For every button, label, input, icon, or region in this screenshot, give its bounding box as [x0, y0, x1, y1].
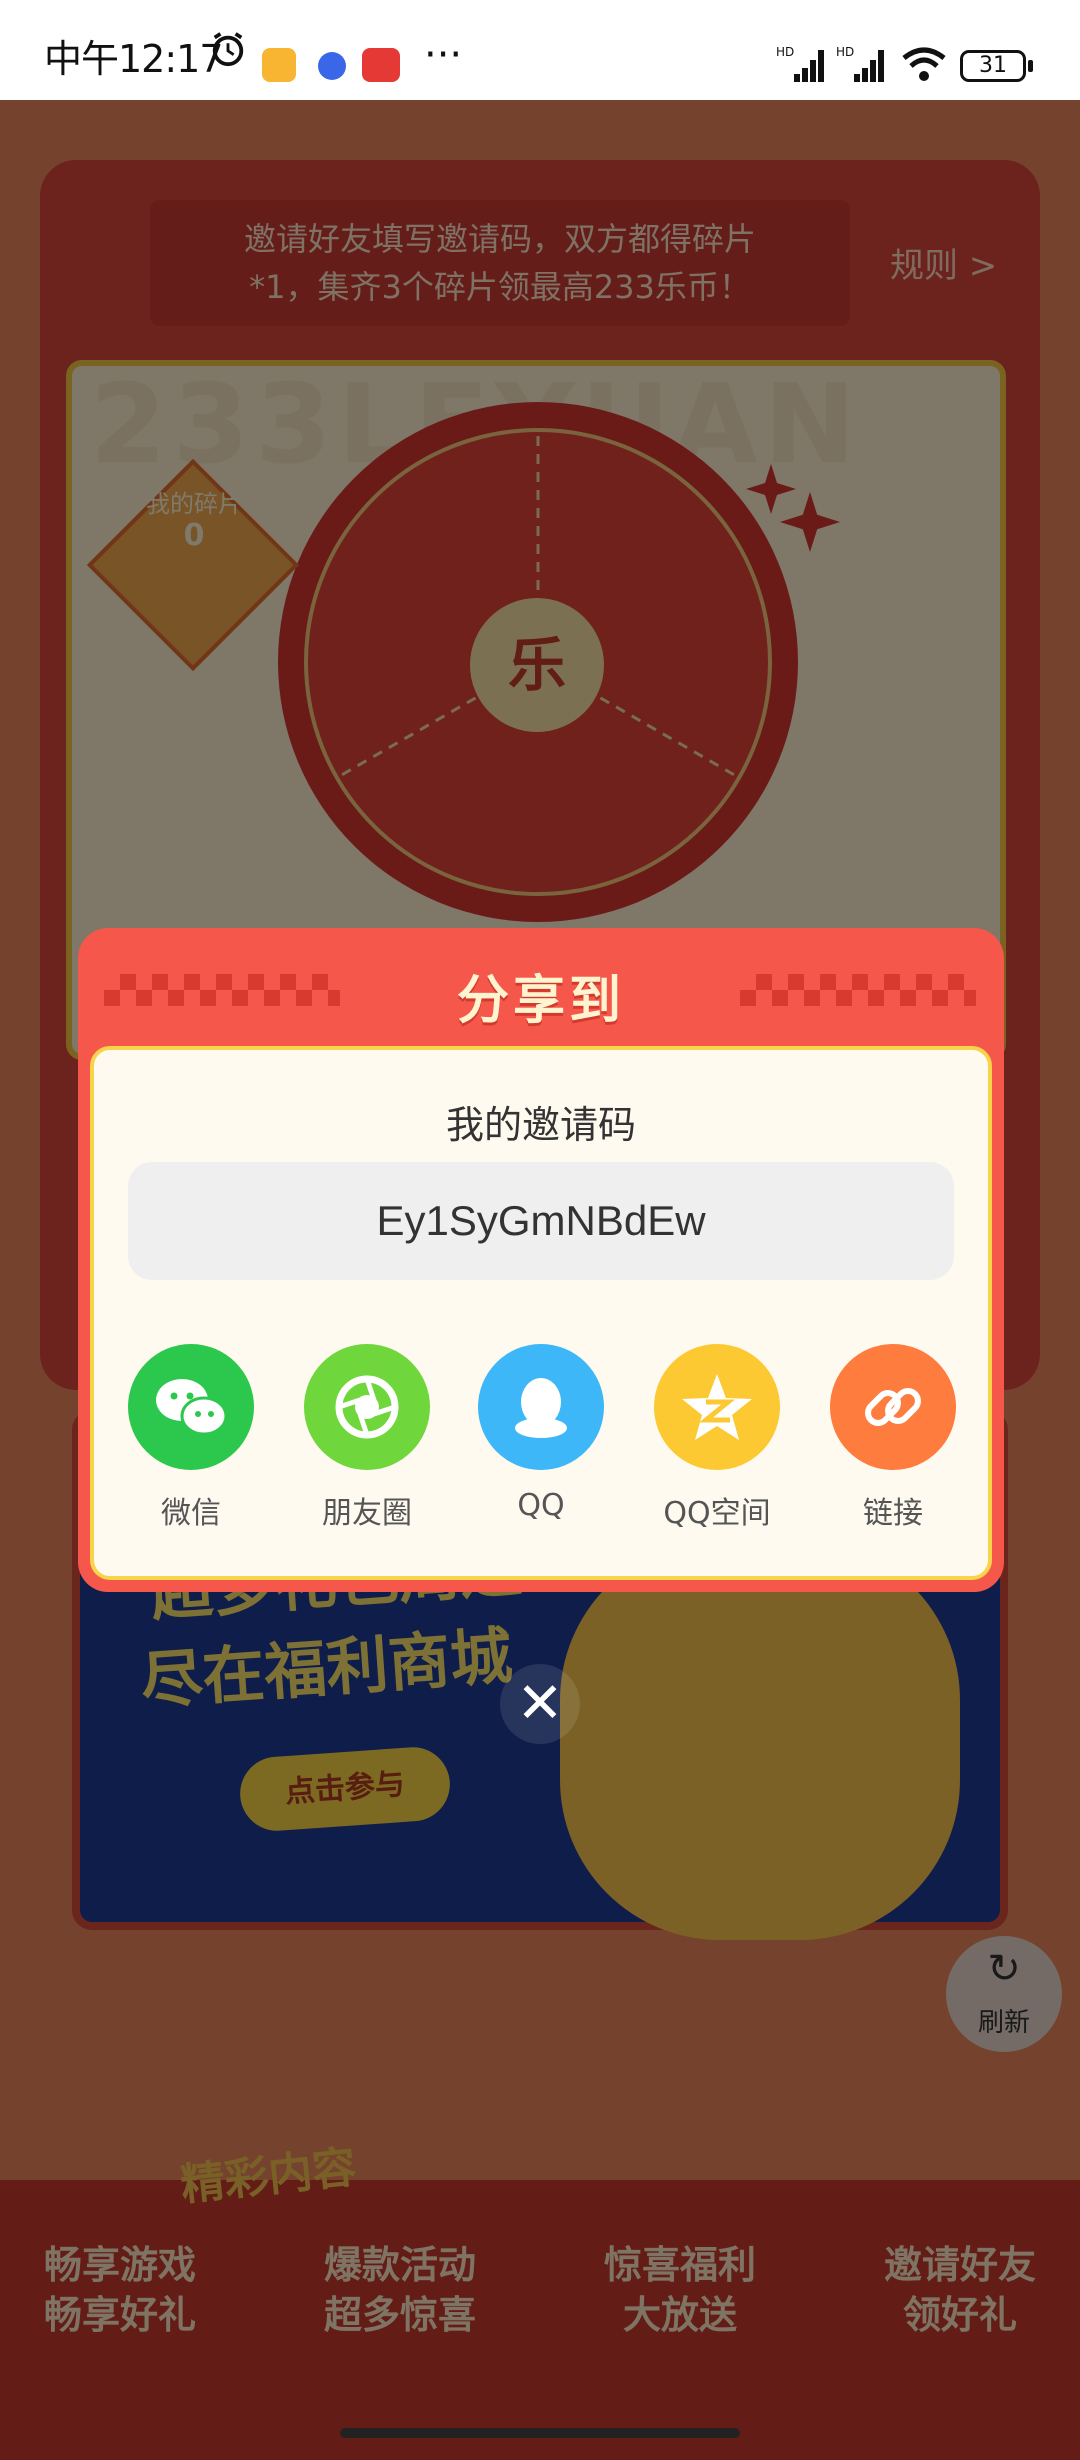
share-modal-body: 我的邀请码 Ey1SyGmNBdEw 微信 朋友圈 QQ QQ空间 链接: [90, 1046, 992, 1580]
svg-text:HD: HD: [836, 45, 854, 59]
invite-code-value[interactable]: Ey1SyGmNBdEw: [128, 1162, 954, 1280]
status-bar: 中午12:17 ··· HD HD 31: [0, 0, 1080, 100]
share-moments-button[interactable]: 朋友圈: [302, 1344, 432, 1532]
moments-icon: [304, 1344, 430, 1470]
modal-title: 分享到: [456, 971, 625, 1031]
status-time: 中午12:17: [44, 37, 224, 81]
share-label: QQ: [517, 1488, 565, 1523]
battery-icon: 31: [960, 50, 1026, 82]
wechat-icon: [128, 1344, 254, 1470]
share-modal: 分享到 我的邀请码 Ey1SyGmNBdEw 微信 朋友圈 QQ QQ空间 链接: [78, 928, 1004, 1592]
share-label: 链接: [863, 1496, 923, 1531]
more-notifications-icon: ···: [424, 32, 463, 78]
close-button[interactable]: ✕: [500, 1664, 580, 1744]
wifi-icon: [902, 47, 946, 81]
home-indicator[interactable]: [340, 2428, 740, 2438]
share-wechat-button[interactable]: 微信: [126, 1344, 256, 1532]
share-qzone-button[interactable]: QQ空间: [652, 1344, 782, 1532]
share-label: 朋友圈: [322, 1496, 412, 1531]
share-qq-button[interactable]: QQ: [476, 1344, 606, 1523]
link-icon: [830, 1344, 956, 1470]
svg-text:HD: HD: [776, 45, 794, 59]
notes-app-icon: [262, 48, 296, 82]
invite-code-label: 我的邀请码: [445, 1103, 636, 1147]
signal-icon: HD: [776, 45, 824, 82]
share-link-button[interactable]: 链接: [828, 1344, 958, 1532]
qzone-icon: [654, 1344, 780, 1470]
share-label: QQ空间: [663, 1496, 771, 1531]
alarm-icon: [212, 32, 244, 67]
battery-level: 31: [979, 53, 1007, 78]
baidu-app-icon: [318, 52, 346, 80]
battery-tip: [1028, 60, 1033, 72]
qq-icon: [478, 1344, 604, 1470]
share-label: 微信: [161, 1496, 221, 1531]
news-app-icon: [362, 48, 400, 82]
signal-icon-2: HD: [836, 45, 884, 82]
